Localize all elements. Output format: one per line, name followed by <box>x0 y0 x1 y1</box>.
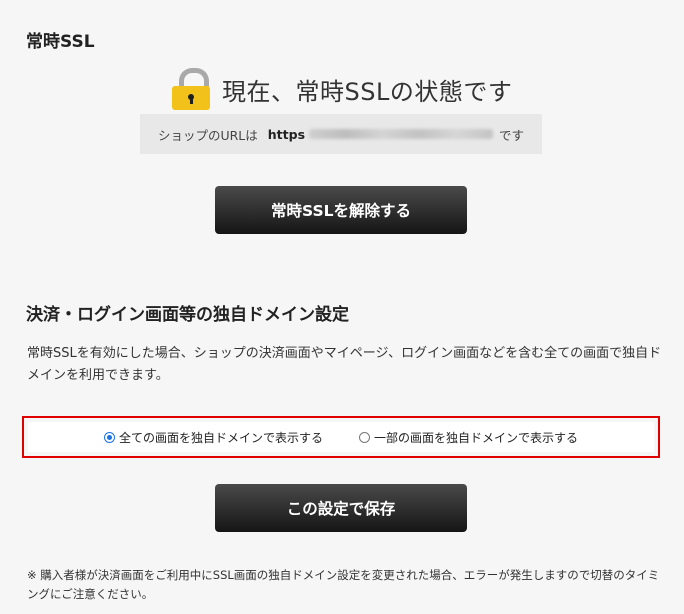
release-ssl-button[interactable]: 常時SSLを解除する <box>215 186 467 234</box>
domain-options: 全ての画面を独自ドメインで表示する 一部の画面を独自ドメインで表示する <box>28 422 654 452</box>
radio-some-screens[interactable] <box>359 431 370 443</box>
radio-all-screens[interactable] <box>103 431 115 443</box>
option-all-screens-label: 全ての画面を独自ドメインで表示する <box>118 430 323 445</box>
ssl-status: 現在、常時SSLの状態です <box>172 68 512 110</box>
ssl-status-text: 現在、常時SSLの状態です <box>222 77 513 106</box>
domain-options-highlight: 全ての画面を独自ドメインで表示する 一部の画面を独自ドメインで表示する <box>22 416 660 458</box>
redacted-url <box>309 129 494 139</box>
url-scheme: https <box>267 126 306 142</box>
option-some-screens-label: 一部の画面を独自ドメインで表示する <box>374 430 579 445</box>
option-all-screens[interactable]: 全ての画面を独自ドメインで表示する <box>103 429 323 446</box>
padlock-icon <box>172 68 210 110</box>
ssl-section-title: 常時SSL <box>26 32 95 52</box>
shop-url-box: ショップのURLは https です <box>140 114 542 154</box>
save-settings-button[interactable]: この設定で保存 <box>215 484 467 532</box>
domain-description: 常時SSLを有効にした場合、ショップの決済画面やマイページ、ログイン画面などを含… <box>27 346 662 383</box>
caution-note: ※ 購入者様が決済画面をご利用中にSSL画面の独自ドメイン設定を変更された場合、… <box>27 568 660 601</box>
domain-section-title: 決済・ログイン画面等の独自ドメイン設定 <box>26 305 349 325</box>
url-prefix: ショップのURLは <box>157 127 258 143</box>
url-suffix: です <box>499 127 525 143</box>
option-some-screens[interactable]: 一部の画面を独自ドメインで表示する <box>359 429 578 446</box>
